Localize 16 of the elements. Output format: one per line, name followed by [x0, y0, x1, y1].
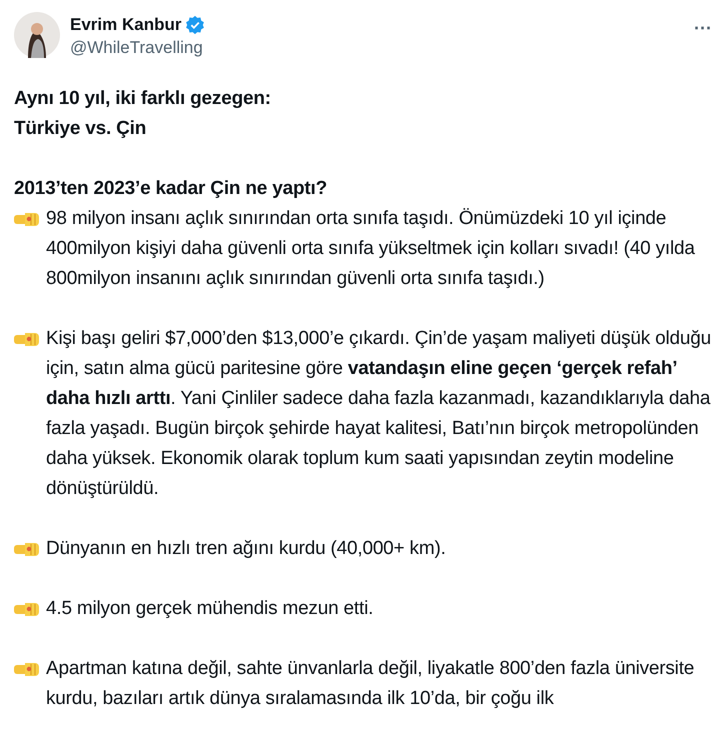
- tweet-paragraph: Apartman katına değil, sahte ünvanlarla değil, liyakatle 800’den fazla üniversite kurdu, bazıları artık dünya sıralamasında ilk 10’da, bir çoğu ilk: [46, 657, 696, 711]
- author-handle[interactable]: @WhileTravelling: [70, 36, 682, 60]
- tweet-paragraph: Dünyanın en hızlı tren ağını kurdu (40,000+ km).: [46, 537, 446, 561]
- fist-icon: [14, 330, 40, 348]
- fist-icon: [14, 600, 40, 618]
- tweet-paragraph: 98 milyon insanı açlık sınırından orta sınıfa taşıdı. Önümüzdeki 10 yıl içinde 400milyon kişiyi daha güvenli orta sınıfa yükseltmek için kolları sıvadı! (40 yılda 800milyon insanını açlık sınırından güvenli orta sınıfa taşıdı.): [46, 207, 696, 291]
- tweet-paragraph: 4.5 milyon gerçek mühendis mezun etti.: [46, 597, 374, 621]
- author-name[interactable]: Evrim Kanbur: [70, 14, 182, 36]
- fist-icon: [14, 210, 40, 228]
- fist-icon: [14, 660, 40, 678]
- fist-icon: [14, 540, 40, 558]
- more-button[interactable]: ···: [692, 18, 714, 39]
- avatar[interactable]: [14, 12, 60, 58]
- tweet-paragraph: Kişi başı geliri $7,000’den $13,000’e çıkardı. Çin’de yaşam maliyeti düşük olduğu için, satın alma gücü paritesine göre vatandaşın eline geçen ‘gerçek refah’ daha hızlı arttı. Yani Çinliler sadece daha fazla kazanmadı, kazandıklarıyla daha fazla yaşadı. Bugün birçok şehirde hayat kalitesi, Batı’nın birçok metropolünden daha yüksek. Ekonomik olarak toplum kum saati yapısından zeytin modeline dönüştürüldü.: [46, 327, 712, 501]
- tweet-heading: 2013’ten 2023’e kadar Çin ne yaptı?: [14, 177, 327, 201]
- tweet-heading: Aynı 10 yıl, iki farklı gezegen: Türkiye vs. Çin: [14, 87, 271, 141]
